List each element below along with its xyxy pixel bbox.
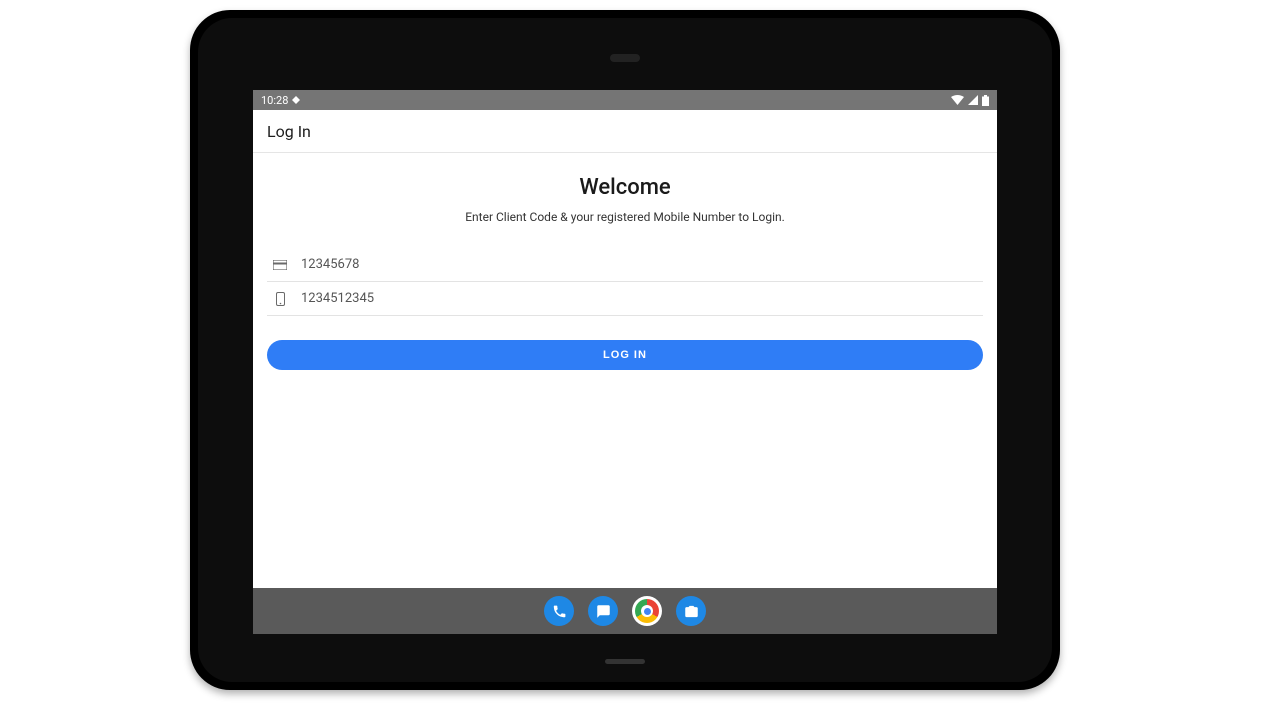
card-icon [271, 260, 289, 270]
client-code-input[interactable] [299, 256, 979, 273]
welcome-heading: Welcome [267, 175, 983, 200]
instruction-text: Enter Client Code & your registered Mobi… [267, 210, 983, 224]
mobile-number-input[interactable] [299, 290, 979, 307]
battery-icon [982, 95, 989, 106]
camera-app-icon[interactable] [676, 596, 706, 626]
navigation-bar [253, 588, 997, 634]
app-bar: Log In [253, 110, 997, 153]
status-bar: 10:28 [253, 90, 997, 110]
tablet-bezel: 10:28 [198, 18, 1052, 682]
notification-dot-icon [292, 94, 300, 107]
messages-app-icon[interactable] [588, 596, 618, 626]
front-camera [610, 54, 640, 62]
client-code-row[interactable] [267, 248, 983, 282]
device-screen: 10:28 [253, 90, 997, 634]
phone-icon [271, 292, 289, 306]
signal-icon [968, 95, 978, 105]
wifi-icon [951, 95, 964, 105]
page-title: Log In [267, 122, 311, 141]
mobile-number-row[interactable] [267, 282, 983, 316]
phone-app-icon[interactable] [544, 596, 574, 626]
tablet-frame: 10:28 [190, 10, 1060, 690]
chrome-app-icon[interactable] [632, 596, 662, 626]
home-indicator [605, 659, 645, 664]
status-time: 10:28 [261, 94, 288, 107]
login-form: Welcome Enter Client Code & your registe… [253, 153, 997, 370]
login-button[interactable]: LOG IN [267, 340, 983, 370]
